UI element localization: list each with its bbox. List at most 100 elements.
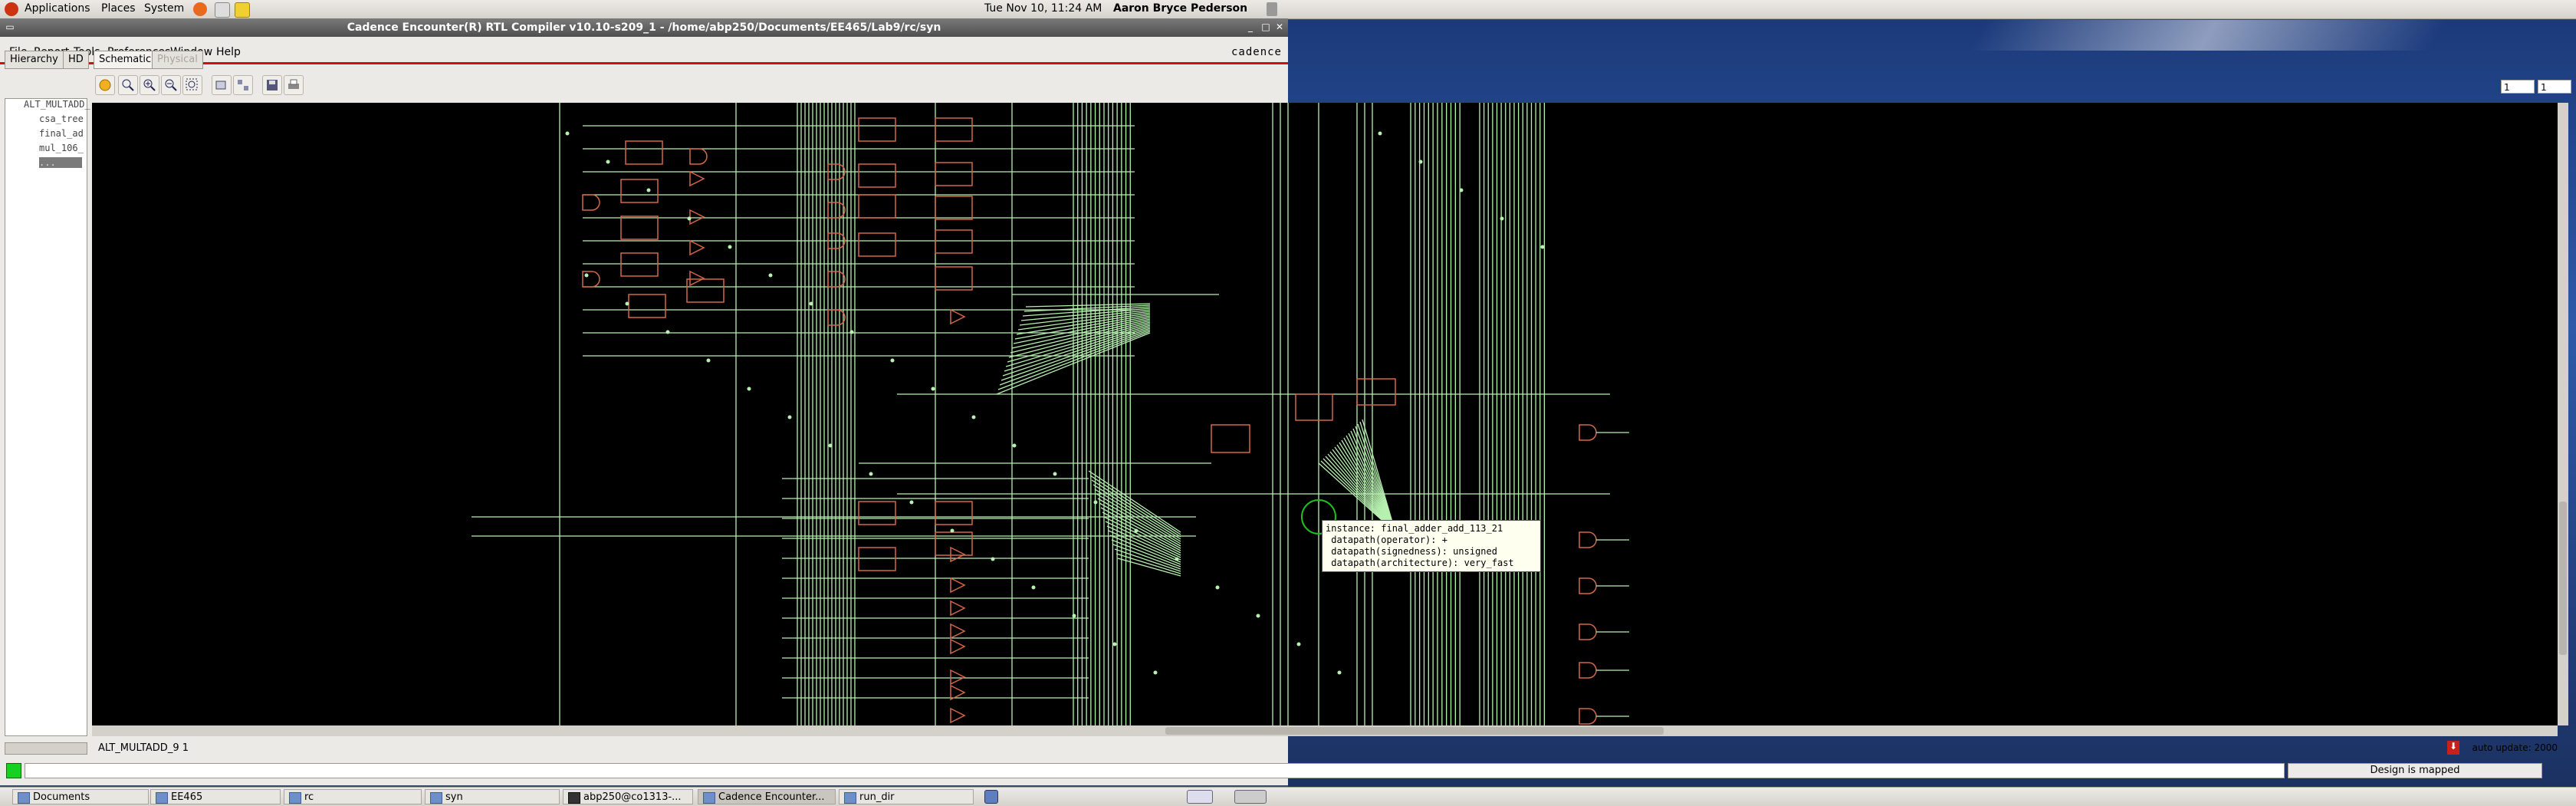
junction (890, 358, 895, 363)
taskbar-item-run-dir[interactable]: run_dir (839, 789, 974, 804)
taskbar-item-cadence[interactable]: Cadence Encounter... (698, 789, 836, 804)
junction (1134, 528, 1138, 533)
and-gate (827, 271, 846, 288)
taskbar-label: Cadence Encounter... (718, 791, 825, 803)
and-gate (1579, 577, 1597, 594)
taskbar-item-documents[interactable]: Documents (12, 789, 149, 804)
panel-user[interactable]: Aaron Bryce Pederson (1113, 2, 1247, 15)
junction (971, 415, 976, 419)
folder-icon (430, 792, 442, 804)
junction (768, 273, 773, 278)
taskbar-item-ee465[interactable]: EE465 (150, 789, 281, 804)
junction (1500, 216, 1504, 221)
close-icon[interactable]: ✕ (1274, 21, 1285, 32)
junction (747, 387, 751, 391)
back-icon[interactable] (95, 75, 115, 95)
logic-cell (1211, 424, 1250, 453)
status-led-icon (6, 763, 21, 778)
schematic-status: ALT_MULTADD_9 1 ⬇ auto update: 2000 (92, 741, 2565, 756)
buffer-gate (689, 239, 705, 256)
junction (787, 415, 792, 419)
junction (1540, 245, 1545, 249)
logic-cell (935, 196, 973, 220)
junction (1053, 472, 1057, 476)
zoom-in-icon[interactable] (140, 75, 159, 95)
workspace-switcher-icon[interactable] (1234, 790, 1267, 804)
window-titlebar[interactable]: ▭ Cadence Encounter(R) RTL Compiler v10.… (0, 18, 1288, 37)
junction (1378, 131, 1382, 136)
folder-icon (18, 792, 30, 804)
junction (1175, 557, 1179, 561)
redhat-logo-icon[interactable] (5, 2, 18, 16)
workspace-switcher-icon[interactable] (1187, 790, 1213, 804)
junction (665, 330, 670, 334)
tab-schematic[interactable]: Schematic (94, 51, 157, 69)
junction (565, 131, 570, 136)
page-input[interactable]: 1 (2501, 80, 2535, 94)
buffer-gate (950, 577, 966, 594)
auto-update-label: auto update: 2000 (2472, 742, 2558, 753)
tooltip-line: datapath(architecture): very_fast (1326, 558, 1514, 568)
zoom-fit-icon[interactable] (118, 75, 138, 95)
tab-hierarchy[interactable]: Hierarchy (5, 51, 64, 69)
tree-item-selected[interactable]: ... (39, 157, 82, 168)
volume-icon[interactable] (1267, 2, 1277, 16)
taskbar-label: EE465 (171, 791, 203, 803)
taskbar-label: rc (304, 791, 314, 803)
notes-icon[interactable] (984, 790, 998, 804)
and-gate (1579, 531, 1597, 548)
junction (849, 330, 854, 334)
junction (728, 245, 732, 249)
instance-tooltip: instance: final_adder_add_113_21 datapat… (1322, 520, 1541, 572)
command-input[interactable] (25, 763, 2285, 778)
junction (584, 273, 589, 278)
tooltip-line: datapath(operator): + (1326, 535, 1447, 545)
logic-cell (858, 232, 896, 257)
taskbar-item-rc[interactable]: rc (284, 789, 422, 804)
download-icon[interactable]: ⬇ (2447, 741, 2459, 755)
tree-item-root[interactable]: ALT_MULTADD_ (24, 99, 99, 110)
junction (950, 528, 955, 533)
zoom-out-icon[interactable] (161, 75, 181, 95)
menu-places[interactable]: Places (101, 2, 136, 15)
command-row: Design is mapped (0, 763, 2576, 780)
buffer-gate (950, 623, 966, 640)
junction (1093, 500, 1098, 505)
tab-hdl[interactable]: HD (63, 51, 89, 69)
menu-help[interactable]: Help (216, 46, 241, 58)
notes-icon[interactable] (235, 2, 250, 18)
taskbar-item-terminal[interactable]: abp250@co1313-... (563, 789, 693, 804)
logic-cell (858, 163, 896, 188)
print-icon[interactable] (284, 75, 304, 95)
schematic-canvas[interactable] (92, 103, 2558, 725)
mail-icon[interactable] (215, 2, 230, 18)
taskbar-item-syn[interactable]: syn (425, 789, 560, 804)
maximize-icon[interactable]: □ (1260, 21, 1271, 32)
logic-cell (620, 215, 659, 240)
schematic-vscrollbar[interactable] (2558, 103, 2568, 725)
menu-system[interactable]: System (144, 2, 184, 15)
hierarchy-icon[interactable] (233, 75, 253, 95)
logic-cell (935, 229, 973, 254)
select-icon[interactable] (212, 75, 232, 95)
junction (606, 160, 610, 164)
tree-scrollbar[interactable] (5, 742, 87, 755)
wire (1004, 324, 1151, 372)
minimize-icon[interactable]: _ (1245, 21, 1256, 32)
save-icon[interactable] (262, 75, 282, 95)
buffer-gate (950, 684, 966, 701)
zoom-area-icon[interactable] (182, 75, 202, 95)
panel-clock[interactable]: Tue Nov 10, 11:24 AM (984, 2, 1102, 15)
logic-cell (858, 547, 896, 571)
and-gate (582, 271, 600, 288)
page-count[interactable]: 1 (2538, 80, 2571, 94)
junction (1418, 160, 1423, 164)
schematic-hscrollbar[interactable] (92, 725, 2558, 736)
and-gate (1579, 623, 1597, 640)
taskbar-label: syn (445, 791, 463, 803)
and-gate (1579, 708, 1597, 725)
terminal-icon (568, 792, 580, 804)
menu-applications[interactable]: Applications (25, 2, 90, 15)
junction (646, 188, 651, 192)
firefox-icon[interactable] (193, 2, 207, 16)
